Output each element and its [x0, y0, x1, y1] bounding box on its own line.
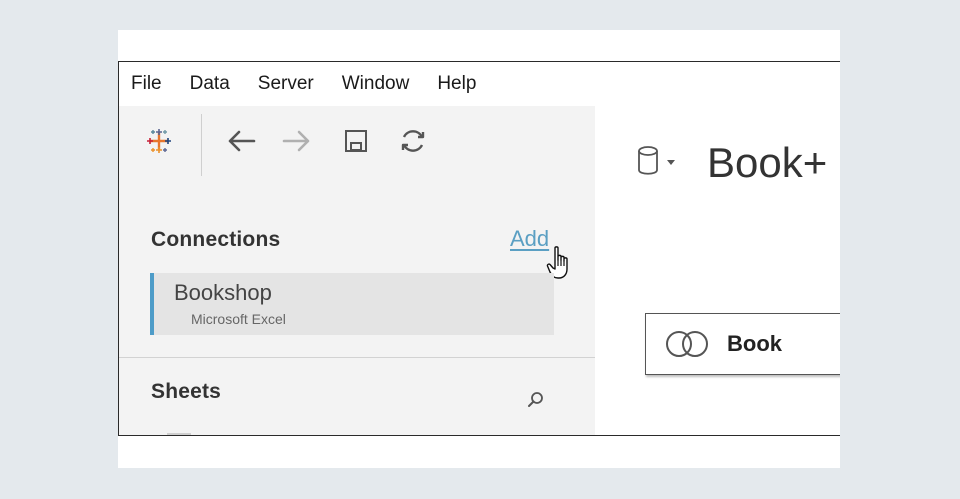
menu-server[interactable]: Server: [258, 73, 314, 95]
forward-arrow-icon[interactable]: [279, 124, 315, 158]
table-pill-label: Book: [727, 331, 782, 356]
datasource-title[interactable]: Book+: [707, 139, 827, 187]
refresh-icon[interactable]: [395, 124, 431, 158]
tableau-logo-icon[interactable]: [141, 124, 177, 158]
sheet-item-icon: [167, 433, 191, 435]
app-window: File Data Server Window Help Connections…: [118, 61, 840, 436]
connection-item-bookshop[interactable]: Bookshop Microsoft Excel: [150, 273, 554, 335]
join-circles-icon: [661, 329, 715, 364]
menu-file[interactable]: File: [131, 73, 162, 95]
back-arrow-icon[interactable]: [223, 124, 259, 158]
datasource-canvas: Book+ Book: [595, 106, 840, 435]
pane-divider: [119, 357, 595, 358]
menu-bar: File Data Server Window Help: [119, 62, 840, 106]
menu-help[interactable]: Help: [437, 73, 476, 95]
search-icon[interactable]: [525, 389, 547, 416]
toolbar-separator: [201, 114, 202, 176]
connection-type: Microsoft Excel: [191, 311, 286, 327]
add-connection-link[interactable]: Add: [510, 226, 549, 252]
table-pill-book[interactable]: Book: [645, 313, 840, 375]
connection-name: Bookshop: [174, 280, 272, 305]
menu-data[interactable]: Data: [190, 73, 230, 95]
toolbar: [119, 106, 595, 176]
sheets-heading: Sheets: [151, 380, 222, 403]
save-icon[interactable]: [339, 124, 373, 158]
data-pane: Connections Add Bookshop Microsoft Excel…: [119, 106, 596, 435]
menu-window[interactable]: Window: [342, 73, 410, 95]
datasource-cylinder-icon[interactable]: [637, 144, 681, 183]
connections-heading: Connections: [151, 228, 281, 251]
